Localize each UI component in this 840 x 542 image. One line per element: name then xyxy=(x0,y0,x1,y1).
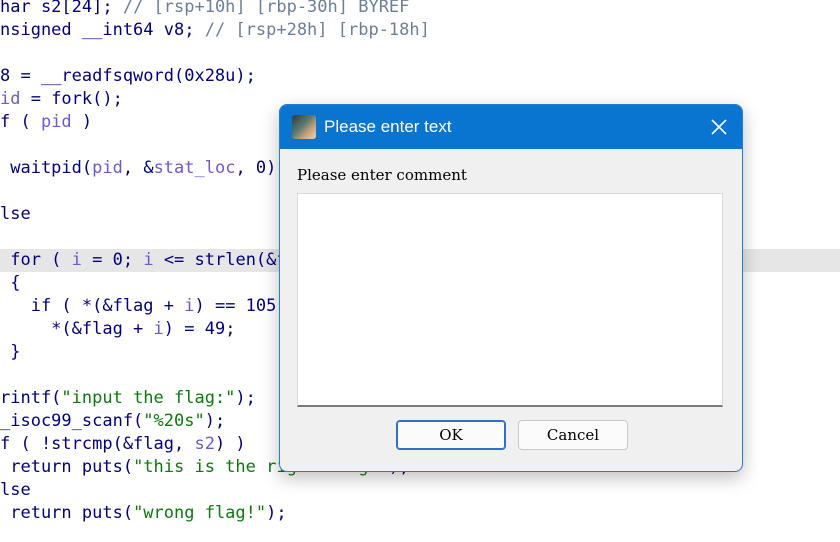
comment-input[interactable] xyxy=(297,193,723,407)
code-token: _isoc99_scanf( xyxy=(0,411,144,431)
code-token: nsigned __int64 v8; xyxy=(0,20,205,40)
close-icon xyxy=(711,119,727,135)
code-token: return puts( xyxy=(0,503,134,523)
text-input-dialog: Please enter text Please enter comment O… xyxy=(279,104,743,472)
code-token: lse xyxy=(0,480,31,500)
code-token: } xyxy=(0,342,21,362)
code-token: ) ) xyxy=(214,434,246,454)
code-token: ); xyxy=(235,388,256,408)
code-token: lse xyxy=(0,204,31,224)
code-token: if ( *(&flag + xyxy=(0,296,185,316)
code-token: ); xyxy=(204,411,226,431)
code-token: // [rsp+28h] [rbp-18h] xyxy=(204,20,430,40)
code-line[interactable]: har s2[24]; // [rsp+10h] [rbp-30h] BYREF xyxy=(0,0,840,19)
code-line[interactable]: 8 = __readfsqword(0x28u); xyxy=(0,65,840,88)
code-token: ); xyxy=(266,503,287,523)
code-token: i xyxy=(71,250,82,270)
code-token: f ( xyxy=(0,112,41,132)
code-token: "input the flag:" xyxy=(61,388,236,408)
code-token: { xyxy=(0,273,21,293)
code-token: return puts( xyxy=(0,457,134,477)
code-token: i xyxy=(184,296,195,316)
code-token: i xyxy=(143,250,154,270)
code-token: *(&flag + xyxy=(0,319,154,339)
code-token: ) xyxy=(71,112,93,132)
code-line[interactable] xyxy=(0,42,840,65)
code-token: f ( !strcmp(&flag, xyxy=(0,434,195,454)
dialog-title: Please enter text xyxy=(324,117,452,136)
code-token: = fork(); xyxy=(20,89,123,109)
code-token: stat_loc xyxy=(153,158,236,178)
code-token: "%20s" xyxy=(143,411,205,431)
code-token: i xyxy=(153,319,164,339)
code-line[interactable]: lse xyxy=(0,479,840,502)
code-token: rintf( xyxy=(0,388,62,408)
code-token: = 0; xyxy=(81,250,144,270)
code-token: ) = 49; xyxy=(163,319,236,339)
code-token: waitpid( xyxy=(0,158,93,178)
code-token: har s2[24]; xyxy=(0,0,123,17)
code-token: pid xyxy=(92,158,123,178)
code-token: pid xyxy=(40,112,72,132)
code-token: "wrong flag!" xyxy=(133,503,267,523)
code-token: // [rsp+10h] [rbp-30h] BYREF xyxy=(122,0,410,17)
code-token: 8 = __readfsqword(0x28u); xyxy=(0,66,256,86)
dialog-titlebar[interactable]: Please enter text xyxy=(280,105,742,149)
code-token: s2 xyxy=(194,434,215,454)
cancel-button[interactable]: Cancel xyxy=(518,420,628,450)
code-line[interactable]: nsigned __int64 v8; // [rsp+28h] [rbp-18… xyxy=(0,19,840,42)
code-token: id xyxy=(0,89,21,109)
portrait-app-icon xyxy=(292,115,316,139)
code-token: , & xyxy=(122,158,154,178)
code-token: for ( xyxy=(0,250,72,270)
close-button[interactable] xyxy=(696,105,742,149)
ok-button[interactable]: OK xyxy=(396,420,506,450)
code-line[interactable]: return puts("wrong flag!"); xyxy=(0,502,840,525)
dialog-prompt: Please enter comment xyxy=(297,166,467,184)
